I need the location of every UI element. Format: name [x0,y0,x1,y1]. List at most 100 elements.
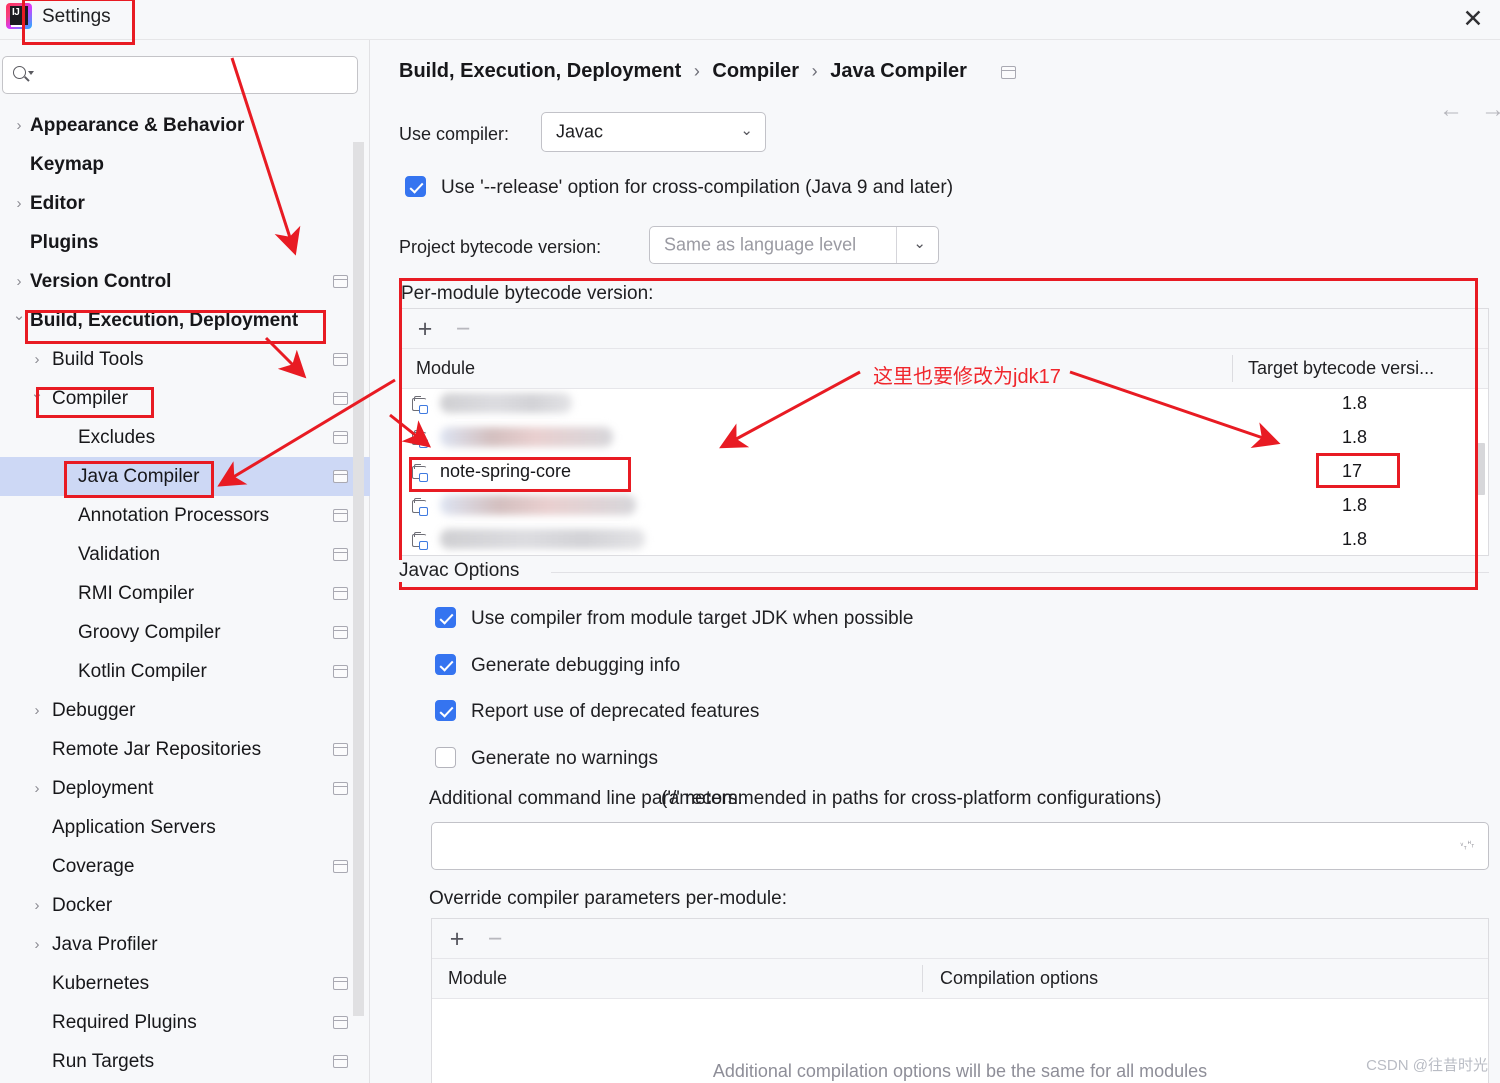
sidebar-item-excludes[interactable]: Excludes [0,418,370,457]
sidebar-item-coverage[interactable]: Coverage [0,847,370,886]
module-name: note-spring-rabbitmq [440,529,645,549]
target-bytecode-value[interactable]: 1.8 [1342,393,1367,414]
remove-module-button[interactable]: − [450,317,476,343]
sidebar-item-label: Remote Jar Repositories [52,739,262,760]
column-header-module[interactable]: Module [448,968,507,989]
settings-sync-icon [333,509,348,522]
javac-option-checkbox[interactable] [435,700,456,721]
search-input[interactable] [37,57,347,93]
per-module-rows: note-spring-web 1.8 note-spring-security 1.… [400,389,1488,555]
javac-option-checkbox[interactable] [435,654,456,675]
chevron-down-icon[interactable] [12,301,26,340]
chevron-right-icon[interactable] [30,340,44,379]
javac-option-label: Generate debugging info [471,655,681,676]
add-module-button[interactable]: + [412,317,438,343]
javac-option-checkbox[interactable] [435,607,456,628]
use-compiler-select[interactable]: Javac ⌄ [541,112,766,152]
sidebar-item-build-execution-deployment[interactable]: Build, Execution, Deployment [0,301,370,340]
chevron-right-icon[interactable] [12,184,26,223]
per-module-table-panel: + − Module Target bytecode versi... note… [399,308,1489,556]
chevron-right-icon[interactable] [30,886,44,925]
add-override-button[interactable]: + [444,927,470,953]
sidebar-item-annotation-processors[interactable]: Annotation Processors [0,496,370,535]
chevron-down-icon: ⌄ [913,235,926,253]
settings-sync-icon [333,431,348,444]
column-header-module[interactable]: Module [416,358,475,379]
table-row[interactable]: note-spring-security 1.8 [400,423,1488,457]
sidebar-item-label: Editor [30,193,85,214]
module-icon [412,429,432,450]
chevron-right-icon[interactable] [12,262,26,301]
column-header-target-bytecode[interactable]: Target bytecode versi... [1248,358,1434,379]
sidebar-item-keymap[interactable]: Keymap [0,145,370,184]
table-row[interactable]: note-spring-production 1.8 [400,491,1488,525]
nav-forward-icon[interactable]: → [1481,96,1500,124]
project-bytecode-select[interactable]: Same as language level ⌄ [649,226,939,264]
sidebar-item-label: Groovy Compiler [78,622,221,643]
settings-sync-icon [333,860,348,873]
sidebar-item-application-servers[interactable]: Application Servers [0,808,370,847]
per-module-toolbar: + − [400,309,1488,349]
table-row[interactable]: note-spring-rabbitmq 1.8 [400,525,1488,555]
settings-sync-icon [333,743,348,756]
sidebar-item-required-plugins[interactable]: Required Plugins [0,1003,370,1042]
settings-sync-icon [333,782,348,795]
title-bar: Settings ✕ [0,0,1500,40]
chevron-down-icon[interactable] [30,379,44,418]
sidebar-item-deployment[interactable]: Deployment [0,769,370,808]
sidebar-item-docker[interactable]: Docker [0,886,370,925]
sidebar-item-label: Run Targets [52,1051,155,1072]
target-bytecode-value[interactable]: 1.8 [1342,529,1367,550]
column-header-compilation-options[interactable]: Compilation options [940,968,1098,989]
module-icon [412,497,432,518]
sidebar-item-validation[interactable]: Validation [0,535,370,574]
javac-options-divider [551,572,1489,573]
sidebar-item-run-targets[interactable]: Run Targets [0,1042,370,1081]
sidebar-item-groovy-compiler[interactable]: Groovy Compiler [0,613,370,652]
watermark: CSDN @往昔时光 [1366,1057,1488,1074]
settings-sync-icon [1001,66,1016,79]
use-release-option-checkbox[interactable] [405,176,426,197]
chevron-right-icon[interactable] [12,106,26,145]
remove-override-button[interactable]: − [482,927,508,953]
target-bytecode-value[interactable]: 1.8 [1342,427,1367,448]
override-table-panel: + − Module Compilation options Additiona… [431,918,1489,1083]
settings-sync-icon [333,665,348,678]
sidebar-item-appearance-behavior[interactable]: Appearance & Behavior [0,106,370,145]
nav-back-icon[interactable]: ← [1439,96,1463,124]
sidebar-item-build-tools[interactable]: Build Tools [0,340,370,379]
sidebar-item-java-profiler[interactable]: Java Profiler [0,925,370,964]
sidebar-item-version-control[interactable]: Version Control [0,262,370,301]
chevron-right-icon[interactable] [30,769,44,808]
chevron-right-icon[interactable] [30,691,44,730]
table-row[interactable]: note-spring-web 1.8 [400,389,1488,423]
sidebar-item-plugins[interactable]: Plugins [0,223,370,262]
override-header-row: Module Compilation options [432,959,1488,999]
search-box[interactable] [2,56,358,94]
per-module-scrollbar-thumb[interactable] [1475,443,1485,495]
sidebar-item-debugger[interactable]: Debugger [0,691,370,730]
target-bytecode-value[interactable]: 17 [1342,461,1362,482]
additional-params-input[interactable]: ␉ ␋ [431,822,1489,870]
sidebar-item-java-compiler[interactable]: Java Compiler [0,457,370,496]
table-row[interactable]: note-spring-core 17 [400,457,1488,491]
javac-option-label: Generate no warnings [471,748,658,769]
sidebar-scrollbar[interactable] [353,142,364,1016]
breadcrumb-part-2[interactable]: Compiler [712,60,799,82]
chevron-right-icon[interactable] [30,925,44,964]
javac-option-checkbox[interactable] [435,747,456,768]
sidebar-item-kubernetes[interactable]: Kubernetes [0,964,370,1003]
sidebar-item-remote-jar-repositories[interactable]: Remote Jar Repositories [0,730,370,769]
sidebar-item-rmi-compiler[interactable]: RMI Compiler [0,574,370,613]
sidebar-item-editor[interactable]: Editor [0,184,370,223]
sidebar-item-kotlin-compiler[interactable]: Kotlin Compiler [0,652,370,691]
chevron-down-icon: ⌄ [740,122,753,140]
use-release-option-label: Use '--release' option for cross-compila… [441,177,954,198]
target-bytecode-value[interactable]: 1.8 [1342,495,1367,516]
close-icon[interactable]: ✕ [1456,2,1490,36]
expand-icon[interactable]: ␉ ␋ [1458,837,1476,855]
breadcrumb-part-1[interactable]: Build, Execution, Deployment [399,60,681,82]
sidebar-item-compiler[interactable]: Compiler [0,379,370,418]
settings-sync-icon [333,470,348,483]
sidebar-item-label: Java Compiler [78,466,200,487]
